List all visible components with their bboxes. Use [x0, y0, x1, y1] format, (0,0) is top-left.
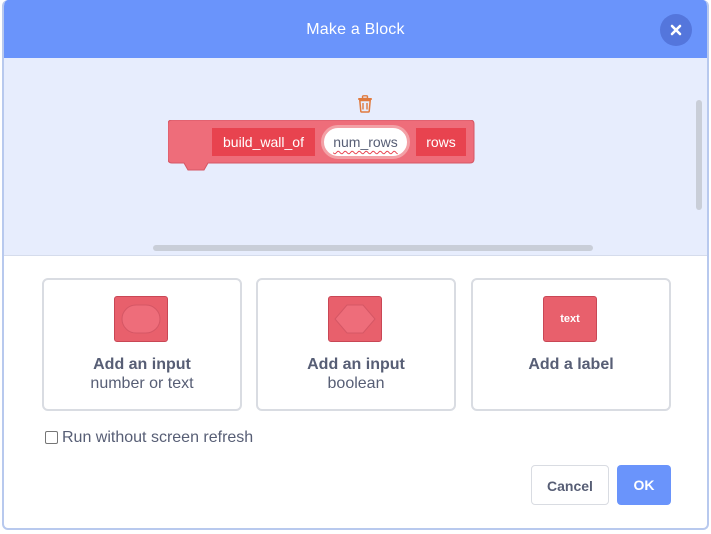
label-text-icon: text — [543, 296, 597, 342]
input-number-or-text-icon — [114, 296, 168, 342]
trash-button[interactable] — [357, 95, 373, 118]
option-title: Add a label — [528, 356, 614, 373]
block-argument-text: num_rows — [333, 134, 398, 150]
make-a-block-dialog: Make a Block build_wall_of num_rows rows… — [2, 0, 709, 530]
run-without-refresh-checkbox[interactable] — [45, 431, 58, 444]
close-button[interactable] — [660, 14, 692, 46]
option-title: Add an input — [93, 356, 191, 373]
block-label-name[interactable]: build_wall_of — [212, 128, 315, 156]
option-title: Add an input — [307, 356, 405, 373]
block-editor-workspace[interactable]: build_wall_of num_rows rows — [4, 58, 707, 256]
add-input-boolean-button[interactable]: Add an input boolean — [256, 278, 456, 411]
block-argument-input[interactable]: num_rows — [321, 125, 410, 159]
dialog-title: Make a Block — [306, 21, 405, 38]
cancel-button[interactable]: Cancel — [531, 465, 609, 505]
block-label-suffix[interactable]: rows — [416, 128, 466, 156]
label-icon-text: text — [560, 313, 580, 325]
add-input-number-or-text-button[interactable]: Add an input number or text — [42, 278, 242, 411]
add-label-button[interactable]: text Add a label — [471, 278, 671, 411]
option-subtitle: boolean — [327, 375, 385, 392]
run-without-refresh-label[interactable]: Run without screen refresh — [62, 429, 253, 447]
vertical-scrollbar[interactable] — [696, 100, 702, 210]
option-subtitle: number or text — [90, 375, 194, 392]
dialog-header: Make a Block — [4, 0, 707, 59]
ok-button[interactable]: OK — [617, 465, 671, 505]
input-boolean-icon — [328, 296, 382, 342]
trash-icon — [358, 95, 372, 113]
horizontal-scrollbar[interactable] — [153, 245, 593, 251]
close-icon — [670, 24, 682, 36]
custom-block-prototype[interactable]: build_wall_of num_rows rows — [168, 120, 476, 173]
